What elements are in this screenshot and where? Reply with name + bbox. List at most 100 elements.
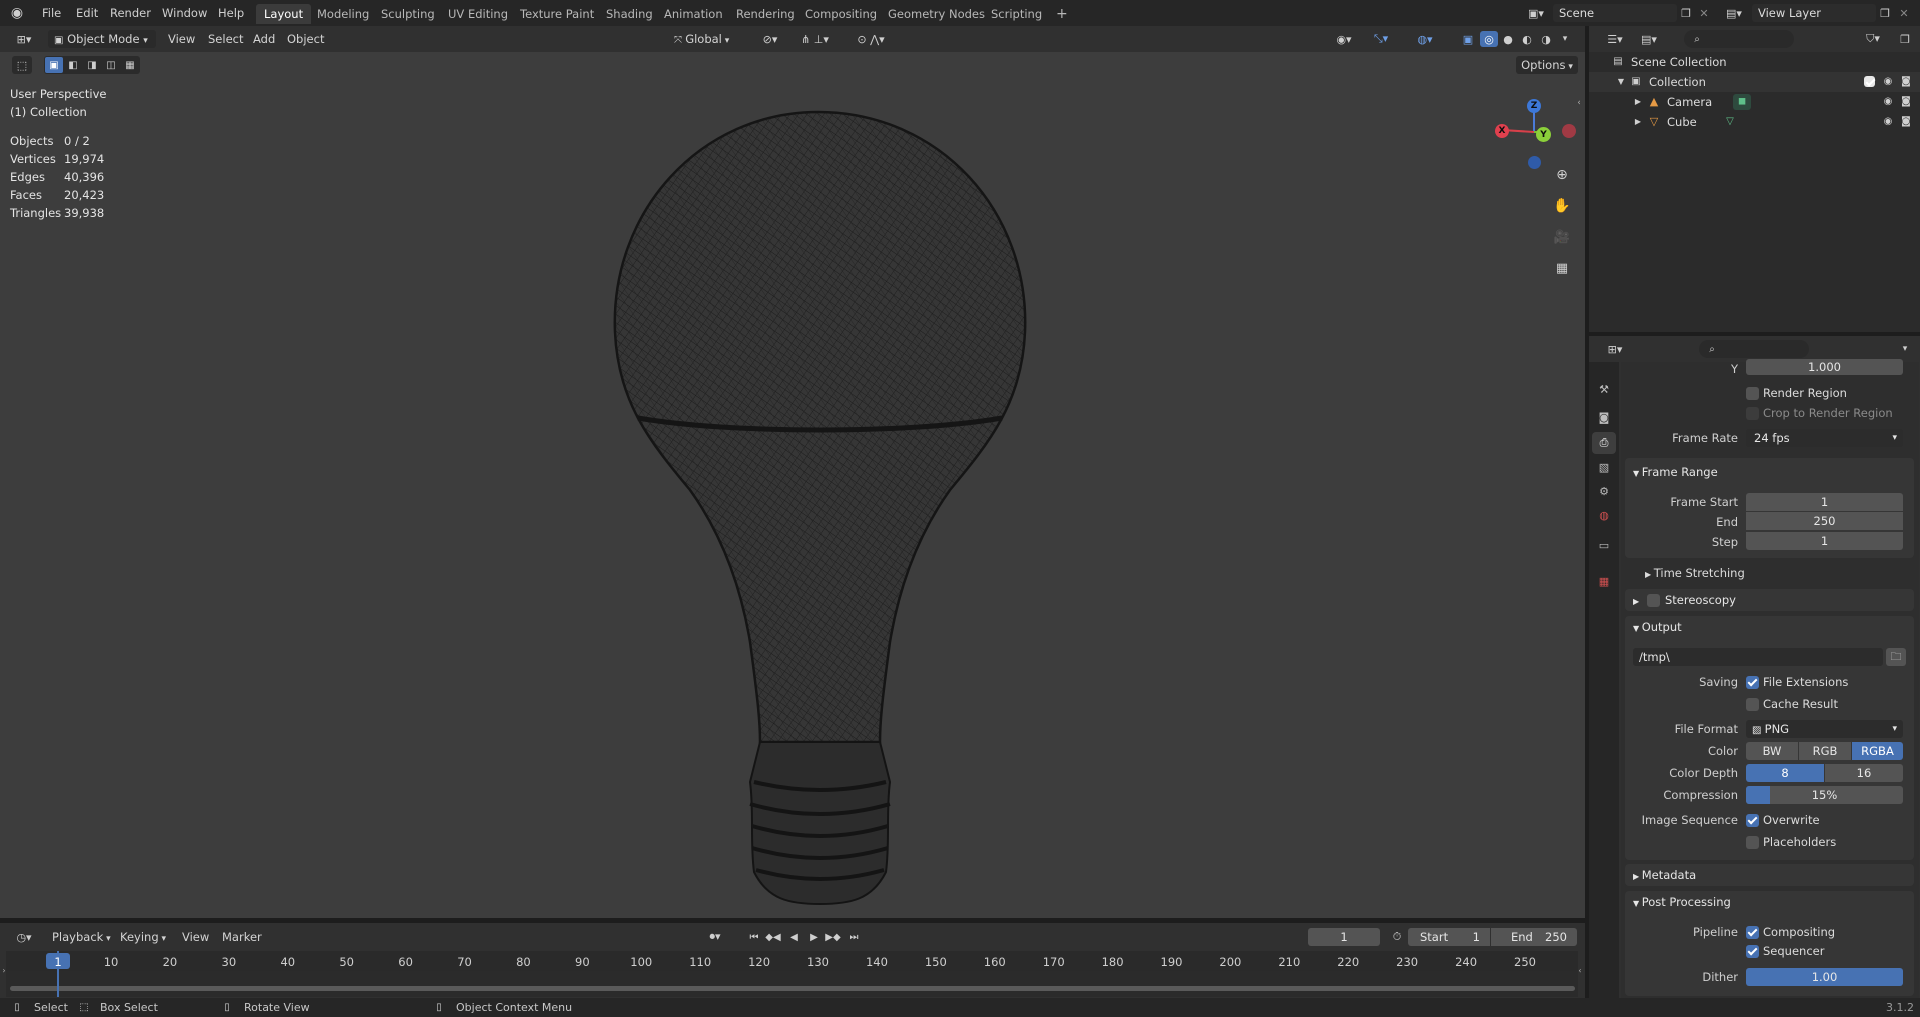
menu-window[interactable]: Window	[156, 4, 213, 22]
editor-type-icon[interactable]: ⊞▾	[10, 31, 38, 47]
outliner-row-collection[interactable]: ▼ ▣ Collection ◉ ◙	[1589, 72, 1920, 92]
folder-icon[interactable]: 🗀	[1886, 648, 1906, 666]
viewport-menu-select[interactable]: Select	[202, 30, 249, 48]
view-layer-tab-icon[interactable]: ▧	[1592, 456, 1616, 478]
outliner-row-cube[interactable]: ▶ ▽ Cube ▽ ◉ ◙	[1589, 112, 1920, 132]
visibility-icon[interactable]: ◉▾	[1330, 31, 1358, 47]
properties-editor-type-icon[interactable]: ⊞▾	[1601, 341, 1629, 357]
transform-orientation[interactable]: ⤧ Global ▾	[668, 30, 744, 48]
render-camera-icon[interactable]: ◙	[1899, 115, 1913, 129]
pan-hand-icon[interactable]: ✋	[1549, 193, 1575, 219]
scene-tab-icon[interactable]: ⚙	[1592, 480, 1616, 502]
compositing-checkbox[interactable]	[1746, 926, 1759, 939]
new-scene-icon[interactable]: ❐	[1678, 5, 1694, 21]
timeline-track-area[interactable]	[6, 971, 1578, 997]
new-view-layer-icon[interactable]: ❐	[1877, 5, 1893, 21]
tab-sculpting[interactable]: Sculpting	[373, 4, 443, 24]
post-processing-header[interactable]: ▼ Post Processing	[1629, 891, 1914, 913]
frame-step-field[interactable]: 1	[1746, 532, 1903, 550]
timeline-scrollbar[interactable]	[10, 986, 1575, 991]
material-shading-icon[interactable]: ◐	[1518, 31, 1536, 47]
delete-scene-icon[interactable]: ✕	[1696, 5, 1712, 21]
current-frame-field[interactable]: 1	[1308, 928, 1380, 946]
output-tab-icon[interactable]: ⎙	[1592, 432, 1616, 454]
resolution-y-field[interactable]: 1.000	[1746, 359, 1903, 375]
options-button[interactable]: Options ▾	[1516, 56, 1578, 74]
color-bw-option[interactable]: BW	[1746, 742, 1798, 760]
viewport-menu-add[interactable]: Add	[247, 30, 281, 48]
gizmo-y-axis[interactable]: Y	[1536, 127, 1551, 142]
outliner-editor-type-icon[interactable]: ☰▾	[1601, 31, 1629, 47]
cache-result-checkbox[interactable]	[1746, 698, 1759, 711]
texture-tab-icon[interactable]: ▦	[1592, 570, 1616, 592]
jump-end-icon[interactable]: ⏭	[846, 929, 862, 945]
preview-range-icon[interactable]: ⏱	[1388, 929, 1406, 945]
timeline-menu-view[interactable]: View	[176, 928, 215, 946]
stereoscopy-checkbox[interactable]	[1647, 594, 1660, 607]
expand-arrow-icon[interactable]: ▶	[1633, 95, 1643, 109]
scene-selector[interactable]: Scene	[1553, 4, 1677, 22]
pivot-icon[interactable]: ⊘▾	[756, 31, 784, 47]
proportional-edit-icon[interactable]: ⊙ ⋀▾	[846, 31, 896, 47]
mode-selector[interactable]: ▣ Object Mode ▾	[48, 30, 156, 48]
outliner-row-camera[interactable]: ▶ ▲ Camera ◼ ◉ ◙	[1589, 92, 1920, 112]
select-tool-icon[interactable]: ⬚	[12, 56, 32, 74]
tab-texture-paint[interactable]: Texture Paint	[512, 4, 602, 24]
viewport-menu-view[interactable]: View	[162, 30, 201, 48]
frame-range-header[interactable]: ▼ Frame Range	[1629, 461, 1914, 483]
lightbulb-wireframe-mesh[interactable]	[590, 82, 1040, 912]
gizmo-toggle-icon[interactable]: ⤡▾	[1366, 31, 1396, 47]
menu-help[interactable]: Help	[212, 4, 250, 22]
mesh-data-icon[interactable]: ▽	[1723, 115, 1737, 129]
stereoscopy-panel[interactable]: ▶ Stereoscopy	[1625, 589, 1914, 611]
gizmo-x-axis[interactable]: X	[1495, 124, 1509, 138]
tab-animation[interactable]: Animation	[656, 4, 731, 24]
frame-end-field[interactable]: 250	[1746, 512, 1903, 530]
select-new-icon[interactable]: ▣	[45, 57, 63, 73]
color-depth-8-option[interactable]: 8	[1746, 764, 1824, 782]
frame-start-field[interactable]: 1	[1746, 493, 1903, 511]
color-depth-16-option[interactable]: 16	[1825, 764, 1903, 782]
timeline-left-arrow-icon[interactable]: ›	[0, 963, 8, 977]
frame-rate-dropdown[interactable]: 24 fps ▾	[1746, 429, 1903, 447]
crop-region-checkbox[interactable]	[1746, 407, 1759, 420]
camera-view-icon[interactable]: 🎥	[1549, 224, 1575, 250]
play-reverse-icon[interactable]: ◀	[786, 929, 802, 945]
world-tab-icon[interactable]: ◍	[1592, 504, 1616, 526]
end-frame-field[interactable]: End 250	[1491, 928, 1577, 946]
eye-icon[interactable]: ◉	[1881, 115, 1895, 129]
render-camera-icon[interactable]: ◙	[1899, 75, 1913, 89]
select-extend-icon[interactable]: ◧	[64, 57, 82, 73]
display-mode-icon[interactable]: ▤▾	[1635, 31, 1663, 47]
viewport-menu-object[interactable]: Object	[281, 30, 330, 48]
rendered-shading-icon[interactable]: ◑	[1537, 31, 1555, 47]
eye-icon[interactable]: ◉	[1881, 75, 1895, 89]
collection-exclude-checkbox[interactable]	[1864, 76, 1875, 87]
render-tab-icon[interactable]: ◙	[1592, 406, 1616, 428]
tab-compositing[interactable]: Compositing	[797, 4, 885, 24]
metadata-panel[interactable]: ▶ Metadata	[1625, 864, 1914, 886]
sidebar-toggle-icon[interactable]: ‹	[1574, 96, 1584, 110]
menu-file[interactable]: File	[36, 4, 67, 22]
timeline-menu-playback[interactable]: Playback ▾	[46, 928, 117, 946]
expand-arrow-icon[interactable]: ▶	[1633, 115, 1643, 129]
next-keyframe-icon[interactable]: ▶◆	[824, 929, 842, 945]
placeholders-checkbox[interactable]	[1746, 836, 1759, 849]
menu-render[interactable]: Render	[104, 4, 157, 22]
tool-tab-icon[interactable]: ⚒	[1592, 378, 1616, 400]
output-path-field[interactable]: /tmp\	[1633, 648, 1883, 666]
tab-shading[interactable]: Shading	[598, 4, 661, 24]
properties-options-icon[interactable]: ▾	[1897, 341, 1913, 357]
select-subtract-icon[interactable]: ◨	[83, 57, 101, 73]
gizmo-neg-x[interactable]	[1562, 124, 1576, 138]
overlay-toggle-icon[interactable]: ◍▾	[1410, 31, 1440, 47]
play-icon[interactable]: ▶	[806, 929, 822, 945]
camera-data-icon[interactable]: ◼	[1733, 94, 1751, 110]
dither-slider[interactable]: 1.00	[1746, 968, 1903, 986]
file-extensions-checkbox[interactable]	[1746, 676, 1759, 689]
menu-edit[interactable]: Edit	[70, 4, 104, 22]
add-workspace-button[interactable]: +	[1048, 4, 1076, 24]
tab-modeling[interactable]: Modeling	[309, 4, 377, 24]
overwrite-checkbox[interactable]	[1746, 814, 1759, 827]
view-layer-selector[interactable]: View Layer	[1752, 4, 1876, 22]
